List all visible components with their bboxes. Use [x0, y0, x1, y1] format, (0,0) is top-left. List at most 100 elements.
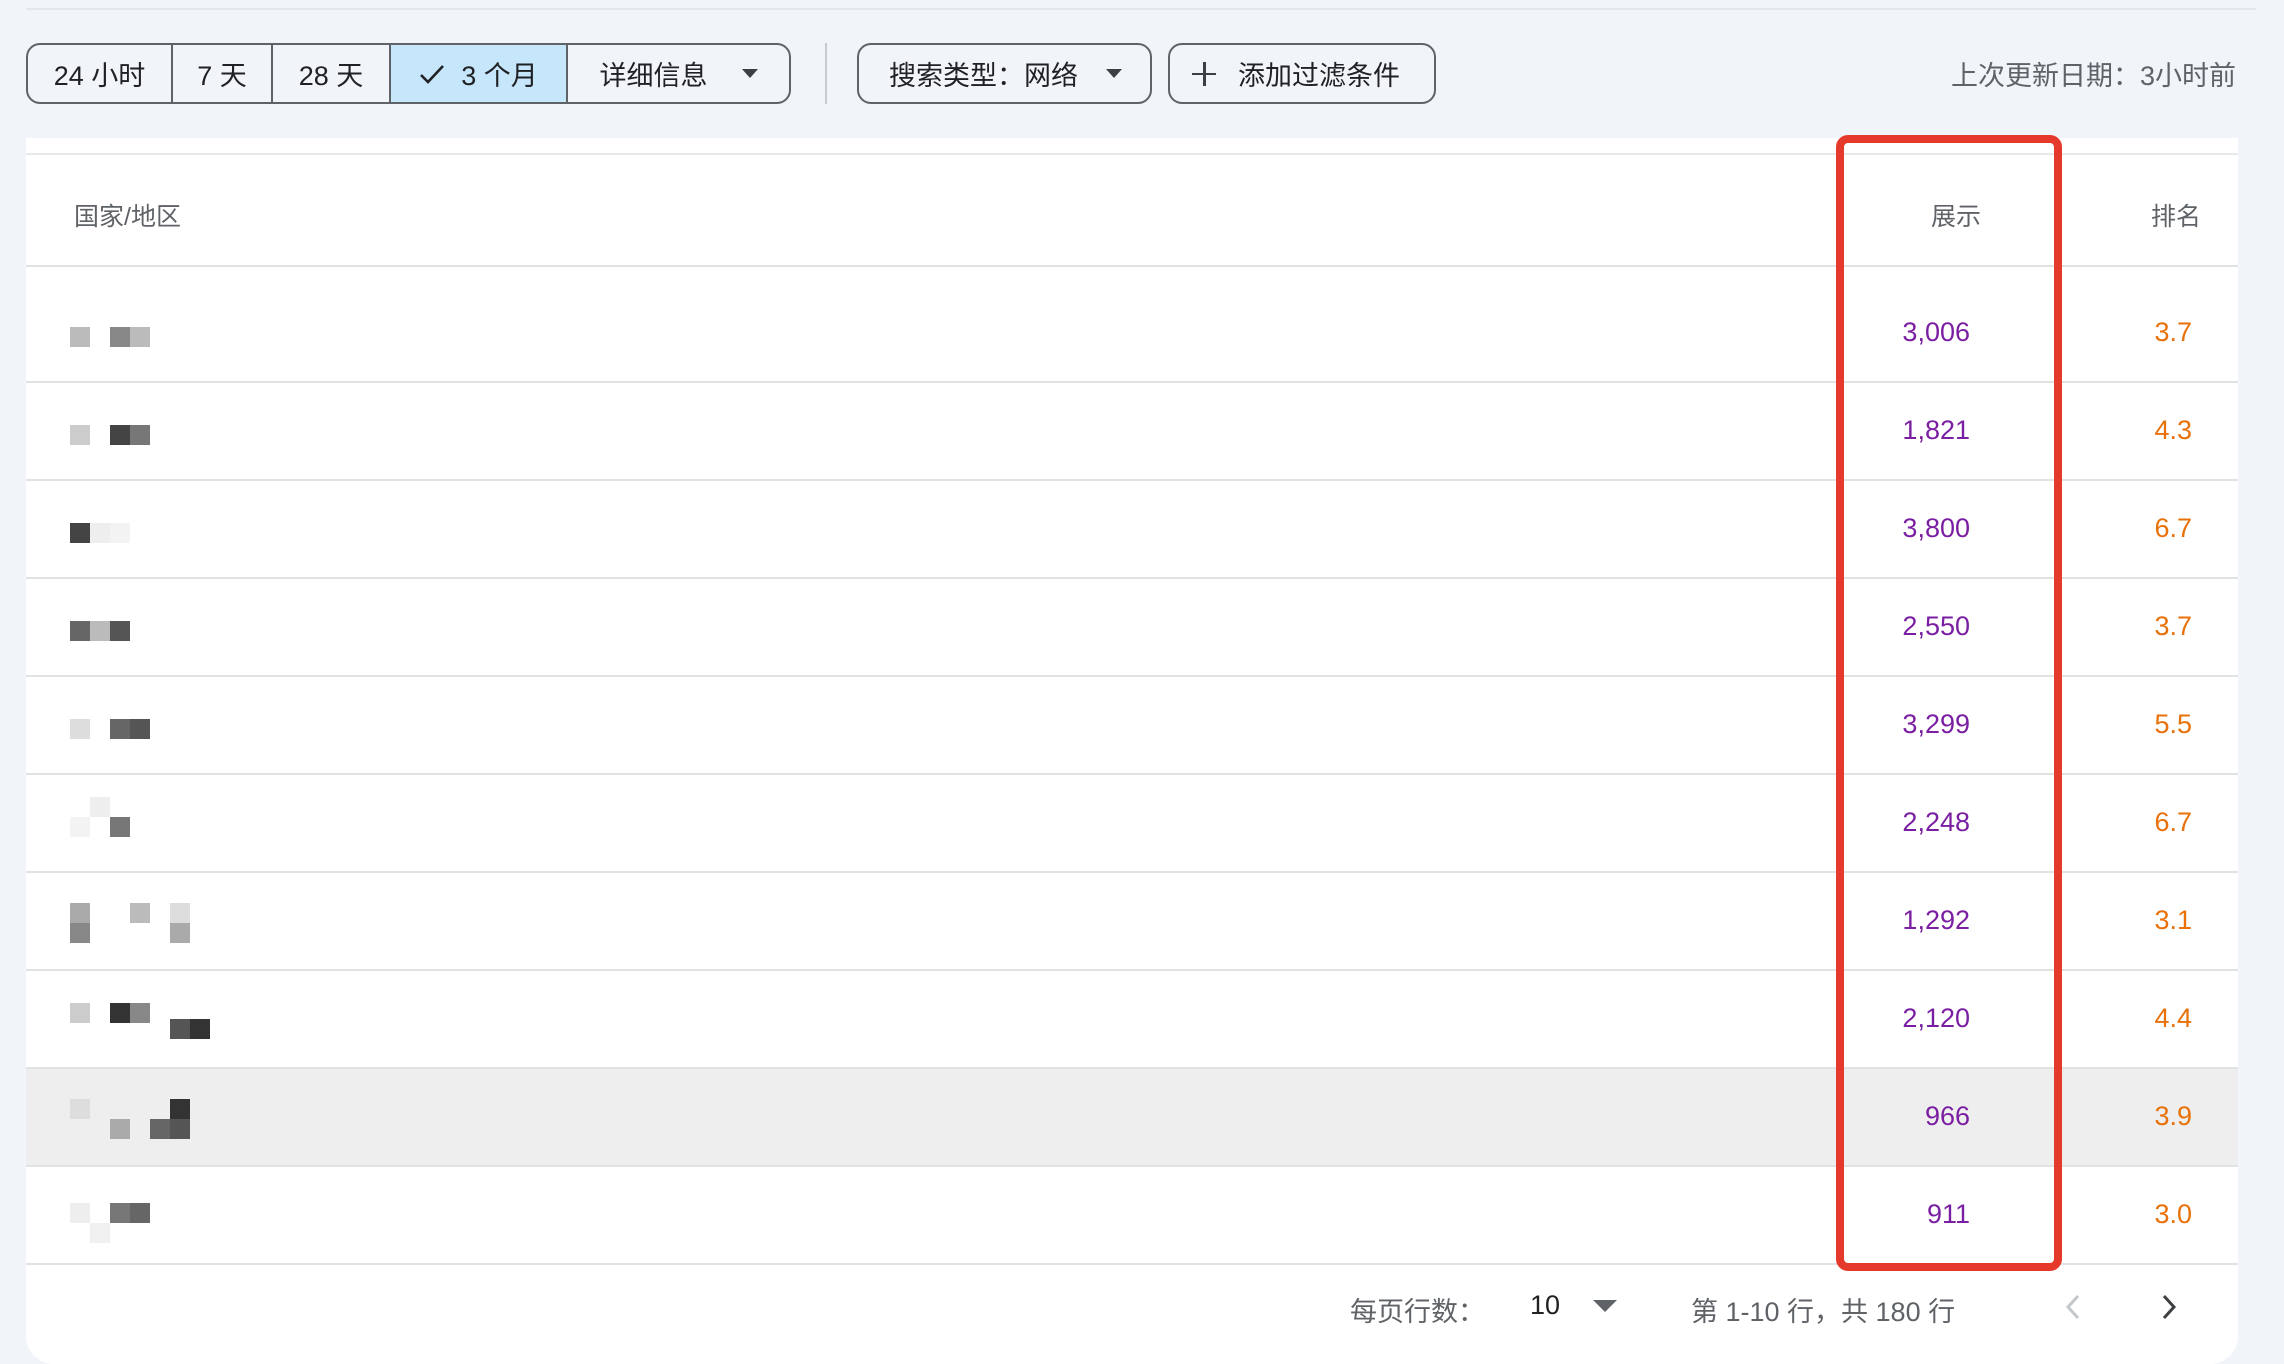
redaction-pixel [70, 719, 90, 739]
table-row[interactable]: 3,006 3.7 [26, 285, 2238, 383]
chevron-down-icon [741, 69, 758, 78]
chevron-left-icon[interactable] [2058, 1290, 2088, 1324]
rank-cell: 3.0 [2154, 1199, 2192, 1229]
redaction-pixel [70, 621, 90, 641]
table-row[interactable]: 3,800 6.7 [26, 481, 2238, 579]
last-updated-text: 上次更新日期：3小时前 [1950, 61, 2236, 91]
redaction-pixel [90, 1223, 110, 1243]
redaction-pixel [110, 817, 130, 837]
details-dropdown[interactable]: 详细信息 [568, 45, 789, 102]
redaction-pixel [110, 1119, 130, 1139]
country-cell-redacted [70, 609, 230, 653]
redaction-pixel [130, 425, 150, 445]
country-cell-redacted [70, 1197, 230, 1243]
redaction-pixel [110, 1203, 130, 1223]
column-header-rank[interactable]: 排名 [2136, 197, 2216, 233]
redaction-pixel [110, 327, 130, 347]
impressions-cell: 3,299 [1902, 709, 1970, 739]
rank-cell: 4.3 [2154, 415, 2192, 445]
search-type-dropdown[interactable]: 搜索类型：网络 [857, 43, 1152, 104]
redaction-pixel [70, 523, 90, 543]
redaction-pixel [110, 523, 130, 543]
redaction-pixel [70, 1203, 90, 1223]
table-row[interactable]: 911 3.0 [26, 1167, 2238, 1265]
redaction-pixel [130, 327, 150, 347]
column-header-country[interactable]: 国家/地区 [74, 197, 181, 233]
range-24h-button[interactable]: 24 小时 [28, 45, 173, 102]
country-cell-redacted [70, 315, 230, 359]
country-cell-redacted [70, 1099, 230, 1143]
redaction-pixel [130, 1003, 150, 1023]
rank-cell: 6.7 [2154, 807, 2192, 837]
pagination-range-text: 第 1-10 行，共 180 行 [1691, 1297, 1956, 1327]
rank-cell: 4.4 [2154, 1003, 2192, 1033]
rows-per-page-label: 每页行数： [1350, 1297, 1485, 1327]
chevron-down-icon [1106, 69, 1122, 78]
redaction-pixel [70, 817, 90, 837]
range-28d-button[interactable]: 28 天 [273, 45, 391, 102]
impressions-cell: 966 [1924, 1101, 1970, 1131]
country-cell-redacted [70, 903, 230, 947]
redaction-pixel [130, 719, 150, 739]
add-filter-button[interactable]: 添加过滤条件 [1168, 43, 1436, 104]
redaction-pixel [190, 1019, 210, 1039]
redaction-pixel [110, 621, 130, 641]
check-icon [420, 64, 445, 84]
impressions-cell: 2,120 [1902, 1003, 1970, 1033]
redaction-pixel [170, 903, 190, 923]
data-table: 国家/地区 展示 排名 3,006 3.7 1,821 4.3 3,800 6.7 2,55… [26, 138, 2238, 1364]
redaction-pixel [70, 903, 90, 923]
impressions-cell: 1,292 [1902, 905, 1970, 935]
date-range-selector: 24 小时 7 天 28 天 3 个月 详细信息 [26, 43, 791, 104]
redaction-pixel [130, 903, 150, 923]
redaction-pixel [70, 327, 90, 347]
country-cell-redacted [70, 511, 230, 555]
chevron-right-icon[interactable] [2154, 1290, 2184, 1324]
impressions-cell: 2,248 [1902, 807, 1970, 837]
country-cell-redacted [70, 1001, 230, 1045]
table-row[interactable]: 3,299 5.5 [26, 677, 2238, 775]
redaction-pixel [90, 621, 110, 641]
redaction-pixel [110, 719, 130, 739]
redaction-pixel [90, 523, 110, 543]
table-row[interactable]: 966 3.9 [26, 1069, 2238, 1167]
impressions-cell: 1,821 [1902, 415, 1970, 445]
plus-icon [1192, 61, 1216, 86]
redaction-pixel [170, 1019, 190, 1039]
impressions-cell: 3,006 [1902, 317, 1970, 347]
rank-cell: 3.7 [2154, 317, 2192, 347]
rank-cell: 6.7 [2154, 513, 2192, 543]
rank-cell: 3.1 [2154, 905, 2192, 935]
rank-cell: 5.5 [2154, 709, 2192, 739]
impressions-cell: 2,550 [1902, 611, 1970, 641]
toolbar-divider [825, 43, 827, 104]
column-header-impressions[interactable]: 展示 [1916, 197, 1996, 233]
redaction-pixel [90, 797, 110, 817]
impressions-cell: 3,800 [1902, 513, 1970, 543]
table-header: 国家/地区 展示 排名 [26, 155, 2238, 267]
redaction-pixel [70, 1099, 90, 1119]
table-row[interactable]: 2,120 4.4 [26, 971, 2238, 1069]
range-3m-button[interactable]: 3 个月 [391, 45, 568, 102]
country-cell-redacted [70, 707, 230, 751]
redaction-pixel [70, 923, 90, 943]
table-row[interactable]: 2,550 3.7 [26, 579, 2238, 677]
chevron-down-icon[interactable] [1593, 1300, 1617, 1312]
table-row[interactable]: 2,248 6.7 [26, 775, 2238, 873]
redaction-pixel [170, 923, 190, 943]
redaction-pixel [150, 1119, 170, 1139]
rows-per-page-select[interactable]: 10 [1530, 1290, 1560, 1321]
country-cell-redacted [70, 797, 230, 849]
redaction-pixel [170, 1099, 190, 1119]
table-row[interactable]: 1,821 4.3 [26, 383, 2238, 481]
redaction-pixel [110, 425, 130, 445]
range-7d-button[interactable]: 7 天 [173, 45, 273, 102]
redaction-pixel [110, 1003, 130, 1023]
rank-cell: 3.9 [2154, 1101, 2192, 1131]
country-cell-redacted [70, 413, 230, 457]
redaction-pixel [170, 1119, 190, 1139]
redaction-pixel [70, 1003, 90, 1023]
redaction-pixel [70, 425, 90, 445]
table-row[interactable]: 1,292 3.1 [26, 873, 2238, 971]
top-divider [26, 8, 2256, 10]
